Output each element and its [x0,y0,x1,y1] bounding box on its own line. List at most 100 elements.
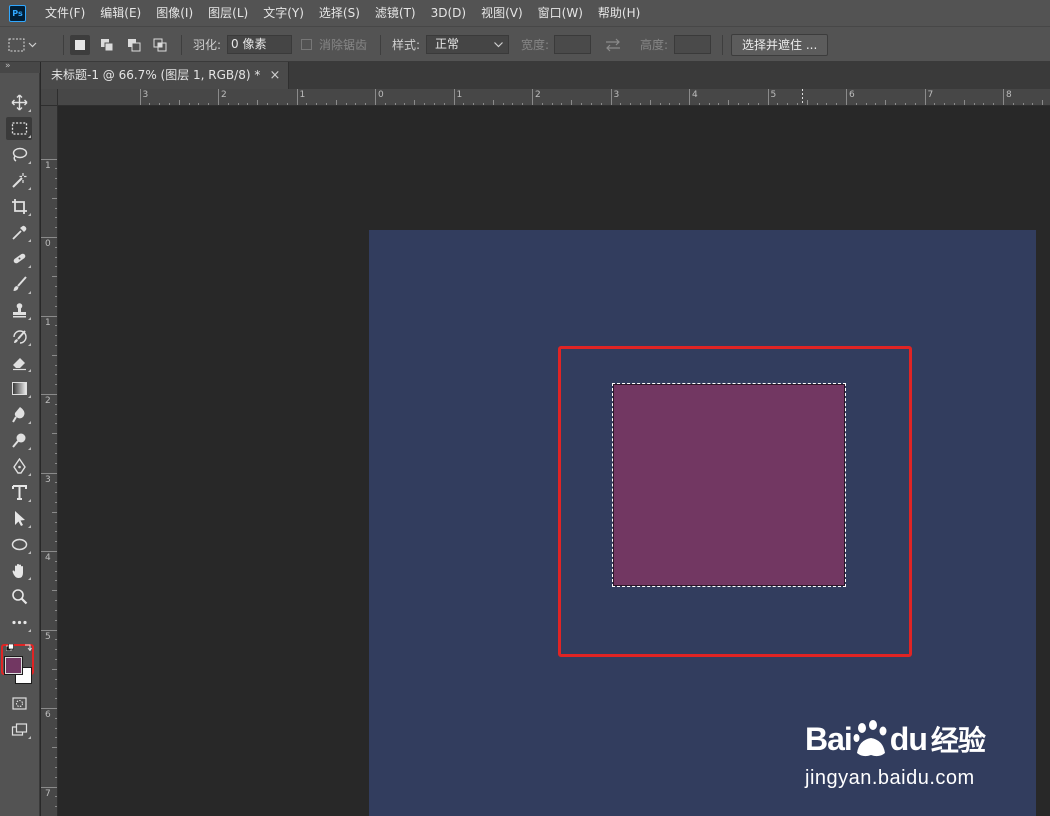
ruler-major-tick [41,237,57,238]
ruler-origin-corner[interactable] [41,89,58,106]
crop-icon [11,199,27,214]
foreground-color-swatch[interactable] [4,656,23,675]
width-input[interactable] [554,35,591,54]
ruler-major-tick [1003,89,1004,105]
intersect-selection-icon [153,38,167,51]
ruler-label: 5 [45,631,51,642]
menu-image[interactable]: 图像(I) [148,0,200,26]
photoshop-logo-icon: Ps [9,4,26,22]
dodge-tool[interactable] [6,429,32,452]
eraser-tool[interactable] [6,351,32,374]
lasso-tool[interactable] [6,143,32,166]
gradient-icon [11,382,27,395]
path-selection-tool[interactable] [6,507,32,530]
type-tool[interactable] [6,481,32,504]
ruler-cursor-marker [802,89,803,105]
hand-tool[interactable] [6,559,32,582]
menu-view[interactable]: 视图(V) [473,0,530,26]
ruler-major-tick [532,89,533,105]
tool-preset-picker[interactable] [8,27,38,62]
magic-wand-tool[interactable] [6,169,32,192]
menu-file[interactable]: 文件(F) [37,0,92,26]
menu-edit[interactable]: 编辑(E) [92,0,148,26]
eyedropper-tool[interactable] [6,221,32,244]
rect-marquee-tool[interactable] [6,117,32,140]
rect-marquee-icon [11,122,27,135]
intersect-selection-button[interactable] [150,35,170,55]
brush-tool[interactable] [6,273,32,296]
swap-colors-icon[interactable] [24,640,32,652]
watermark-url: jingyan.baidu.com [805,767,975,789]
menu-3d[interactable]: 3D(D) [423,0,473,26]
style-select[interactable]: 正常 [426,35,509,54]
close-icon[interactable]: × [269,62,280,89]
ruler-label: 7 [927,90,934,100]
horizontal-ruler[interactable]: 3 2 1 0 1 2 3 4 5 6 7 8 [41,89,1050,106]
feather-input[interactable]: 0 像素 [227,35,292,54]
menu-type[interactable]: 文字(Y) [255,0,311,26]
vertical-ruler[interactable]: 1 0 1 2 3 4 5 6 7 [41,106,58,816]
more-tools-icon [11,620,27,625]
zoom-tool[interactable] [6,585,32,608]
more-tools[interactable] [6,611,32,634]
subtract-selection-button[interactable] [124,35,144,55]
blur-tool[interactable] [6,403,32,426]
ellipse-tool[interactable] [6,533,32,556]
menu-window[interactable]: 窗口(W) [530,0,590,26]
ruler-label: 0 [378,90,384,100]
height-input[interactable] [674,35,711,54]
options-bar: 羽化: 0 像素 消除锯齿 样式: 正常 宽度: 高度: 选择并遮住 ... [0,26,1050,62]
ruler-label: 3 [142,90,149,100]
screen-mode-button[interactable] [6,718,32,741]
menu-bar: Ps 文件(F) 编辑(E) 图像(I) 图层(L) 文字(Y) 选择(S) 滤… [0,0,1050,26]
hand-icon [12,564,23,578]
pen-tool[interactable] [6,455,32,478]
menu-select[interactable]: 选择(S) [311,0,367,26]
antialias-checkbox[interactable] [301,39,312,50]
document-tab[interactable]: 未标题-1 @ 66.7% (图层 1, RGB/8) * × [41,62,290,89]
healing-brush-icon [13,253,25,264]
clone-stamp-tool[interactable] [6,299,32,322]
crop-tool[interactable] [6,195,32,218]
menu-help[interactable]: 帮助(H) [590,0,647,26]
ruler-major-tick [453,89,455,105]
ruler-label: 1 [45,160,51,171]
ruler-major-tick [296,89,298,105]
pasteboard[interactable]: Bai du 经验 jingyan.baidu.com [58,106,1050,816]
ruler-major-tick [924,89,926,105]
height-label: 高度: [640,38,669,52]
menu-layer[interactable]: 图层(L) [200,0,255,26]
history-brush-tool[interactable] [6,325,32,348]
move-icon [11,94,27,111]
collapse-toolbar-icon[interactable]: » [0,62,40,73]
chevron-down-icon [494,42,503,48]
magic-wand-icon [11,173,26,188]
ruler-major-tick [41,158,57,160]
eraser-icon [12,358,26,371]
subtract-selection-icon [128,38,141,51]
path-selection-icon [14,511,25,526]
blur-icon [11,407,24,423]
ruler-label: 1 [299,90,306,100]
default-colors-icon[interactable] [5,640,14,652]
eyedropper-icon [11,225,26,240]
pen-icon [12,458,26,474]
select-and-mask-button[interactable]: 选择并遮住 ... [731,33,829,56]
type-icon [11,485,27,500]
ruler-label: 6 [45,710,51,720]
healing-brush-tool[interactable] [6,247,32,270]
add-to-selection-button[interactable] [97,35,117,55]
ruler-label: 2 [45,396,51,406]
ruler-major-tick [41,472,57,474]
quick-mask-button[interactable] [6,692,32,715]
annotation-highlight-box [558,346,912,657]
gradient-tool[interactable] [6,377,32,400]
zoom-icon [11,589,27,605]
ruler-label: 5 [770,90,777,100]
ruler-label: 1 [45,317,51,328]
move-tool[interactable] [6,91,32,114]
style-label: 样式: [392,38,421,52]
menu-filter[interactable]: 滤镜(T) [367,0,423,26]
swap-width-height-icon[interactable] [604,38,622,52]
new-selection-button[interactable] [70,34,90,55]
